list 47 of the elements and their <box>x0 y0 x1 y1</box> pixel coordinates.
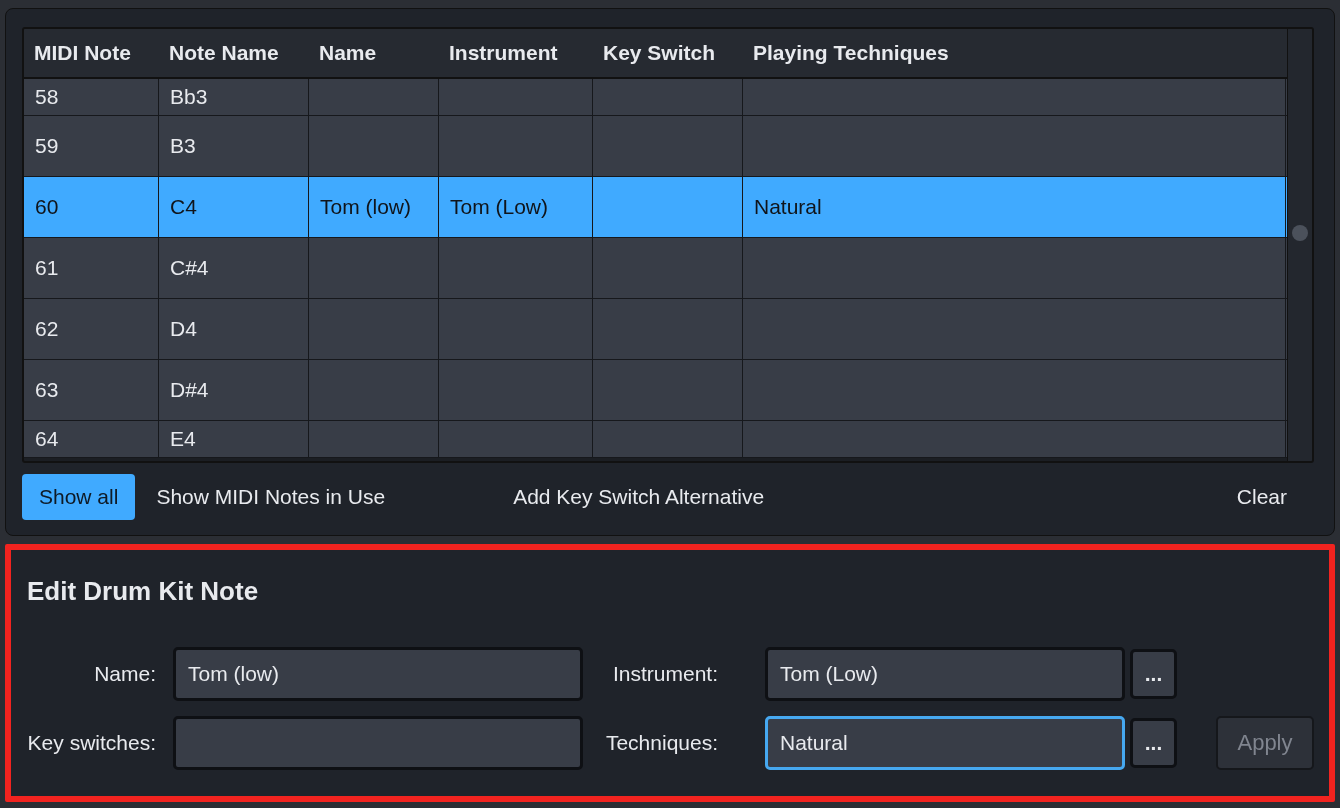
table-row[interactable]: 62 D4 <box>24 299 1287 360</box>
column-header[interactable]: Note Name <box>159 29 309 77</box>
table-cell: 58 <box>35 85 59 109</box>
table-cell: D4 <box>170 317 197 341</box>
instrument-field[interactable]: Tom (Low) <box>765 647 1125 701</box>
table-cell: Natural <box>754 195 822 219</box>
table-cell: 64 <box>35 427 59 451</box>
table-cell: 63 <box>35 378 59 402</box>
table-cell: Tom (Low) <box>450 195 549 219</box>
table-cell: 61 <box>35 256 59 280</box>
key-switches-field[interactable] <box>173 716 583 770</box>
name-field[interactable]: Tom (low) <box>173 647 583 701</box>
techniques-field[interactable]: Natural <box>765 716 1125 770</box>
browse-button[interactable]: ... <box>1130 718 1177 768</box>
scroll-thumb[interactable] <box>1292 225 1308 241</box>
filter-button[interactable]: Show MIDI Notes in Use <box>139 474 403 520</box>
filter-button[interactable]: Clear <box>1219 474 1304 520</box>
column-header[interactable]: Playing Techniques <box>743 29 1286 77</box>
table-cell: E4 <box>170 427 196 451</box>
table-cell: 60 <box>35 195 59 219</box>
table-row[interactable]: 58 Bb3 <box>24 79 1287 116</box>
table-cell: 59 <box>35 134 59 158</box>
field-label: Key switches: <box>26 731 157 755</box>
table-cell: Tom (low) <box>320 195 411 219</box>
filter-button[interactable]: Add Key Switch Alternative <box>496 474 782 520</box>
field-label: Name: <box>93 662 157 686</box>
column-header[interactable]: Key Switch <box>593 29 743 77</box>
column-header[interactable]: Instrument <box>439 29 593 77</box>
scrollbar[interactable] <box>1287 29 1312 461</box>
table-row[interactable]: 64 E4 <box>24 421 1287 458</box>
browse-button[interactable]: ... <box>1130 649 1177 699</box>
table-row[interactable]: 60 C4 Tom (low) Tom (Low) Natural <box>24 177 1287 238</box>
field-label: Instrument: <box>611 662 719 686</box>
panel-title: Edit Drum Kit Note <box>27 576 260 607</box>
filter-button[interactable]: Show all <box>22 474 136 520</box>
table-cell: C4 <box>170 195 197 219</box>
table-row[interactable]: 59 B3 <box>24 116 1287 177</box>
column-header[interactable]: Name <box>309 29 439 77</box>
table-row[interactable]: 61 C#4 <box>24 238 1287 299</box>
table-cell: D#4 <box>170 378 209 402</box>
table-cell: 62 <box>35 317 59 341</box>
table-cell: B3 <box>170 134 196 158</box>
table-row[interactable]: 63 D#4 <box>24 360 1287 421</box>
field-label: Techniques: <box>604 731 719 755</box>
table-cell: C#4 <box>170 256 209 280</box>
table-cell: Bb3 <box>170 85 208 109</box>
column-header[interactable]: MIDI Note <box>24 29 159 77</box>
